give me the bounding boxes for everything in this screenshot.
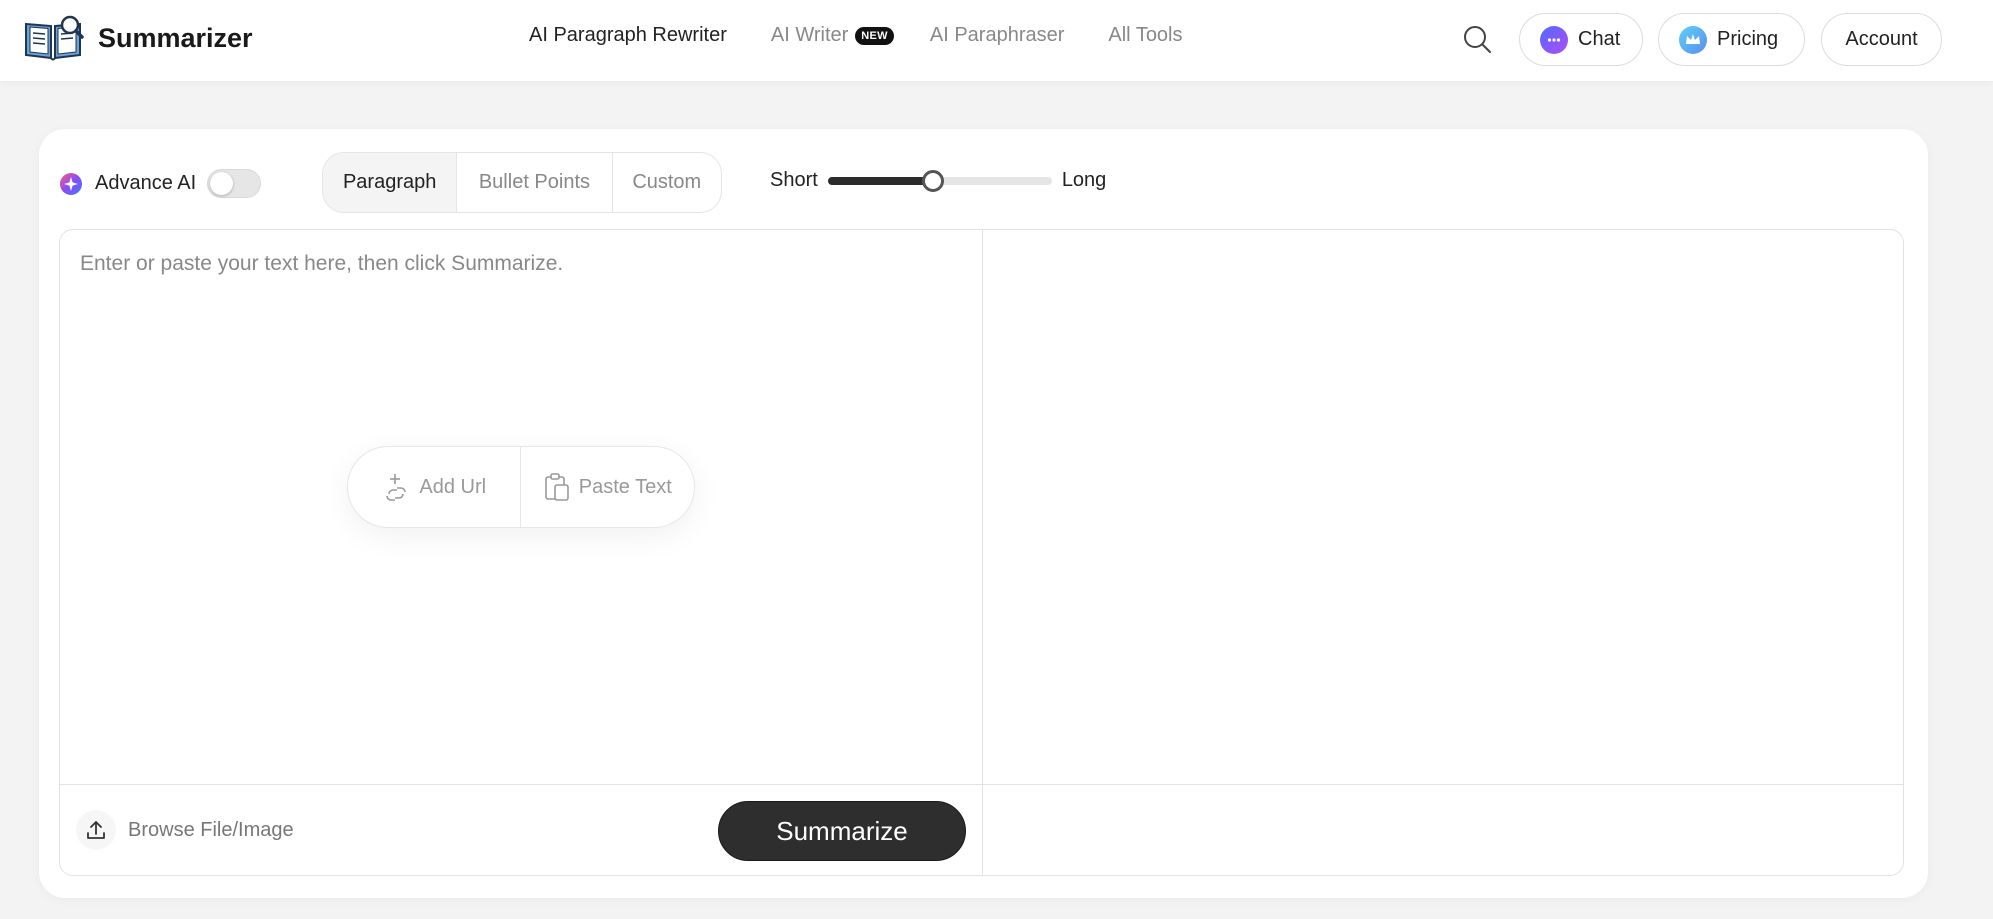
chat-label: Chat xyxy=(1578,28,1621,50)
brand[interactable]: Summarizer xyxy=(22,14,253,62)
account-label: Account xyxy=(1845,28,1918,50)
summary-mode-selector: Paragraph Bullet Points Custom xyxy=(322,152,722,213)
length-slider[interactable] xyxy=(827,169,1052,192)
paste-text-label: Paste Text xyxy=(578,475,672,498)
nav-item-label: All Tools xyxy=(1108,24,1183,46)
slider-thumb[interactable] xyxy=(922,169,945,192)
editor-panels: Add Url Paste Text Browse File/Image xyxy=(59,229,1904,876)
nav-item-all-tools[interactable]: All Tools xyxy=(1108,24,1182,47)
crown-icon xyxy=(1679,25,1707,54)
nav-item-ai-paraphraser[interactable]: AI Paraphraser xyxy=(930,24,1065,47)
chat-button[interactable]: Chat xyxy=(1519,13,1643,66)
add-url-label: Add Url xyxy=(419,475,487,498)
clipboard-icon xyxy=(544,473,569,501)
paste-text-button[interactable]: Paste Text xyxy=(521,447,695,527)
main-nav: AI Paragraph Rewriter AI Writer NEW AI P… xyxy=(529,24,1227,47)
slider-fill xyxy=(827,176,934,185)
mode-tab-paragraph[interactable]: Paragraph xyxy=(323,153,458,212)
pricing-button[interactable]: Pricing xyxy=(1658,13,1805,66)
search-icon[interactable] xyxy=(1462,24,1492,54)
pricing-label: Pricing xyxy=(1717,28,1779,50)
length-control: Short Long xyxy=(770,169,1106,192)
length-short-label: Short xyxy=(770,169,818,191)
mode-tab-custom[interactable]: Custom xyxy=(613,153,721,212)
link-plus-icon xyxy=(386,474,407,501)
top-header: Summarizer AI Paragraph Rewriter AI Writ… xyxy=(0,0,1993,82)
nav-item-ai-paragraph-rewriter[interactable]: AI Paragraph Rewriter xyxy=(529,24,727,47)
sparkle-icon xyxy=(60,172,82,195)
advance-ai-toggle[interactable] xyxy=(207,169,262,198)
mode-tab-bullet-points[interactable]: Bullet Points xyxy=(457,153,613,212)
footer-divider xyxy=(60,784,1903,785)
toggle-knob xyxy=(210,172,234,195)
nav-item-label: AI Writer xyxy=(770,24,849,46)
panel-divider xyxy=(982,230,983,875)
nav-item-label: AI Paraphraser xyxy=(929,24,1065,46)
nav-item-ai-writer[interactable]: AI Writer NEW xyxy=(771,24,894,47)
book-magnifier-icon xyxy=(25,15,84,61)
browse-label: Browse File/Image xyxy=(128,818,294,841)
advance-ai-label: Advance AI xyxy=(95,172,197,194)
quick-actions: Add Url Paste Text xyxy=(347,446,695,528)
summarize-button[interactable]: Summarize xyxy=(718,801,966,861)
browse-file-button[interactable]: Browse File/Image xyxy=(76,810,294,850)
account-button[interactable]: Account xyxy=(1821,13,1942,66)
add-url-button[interactable]: Add Url xyxy=(348,447,521,527)
nav-item-label: AI Paragraph Rewriter xyxy=(529,24,727,46)
summarizer-card: Advance AI Paragraph Bullet Points Custo… xyxy=(39,129,1928,898)
chat-bubble-icon xyxy=(1540,25,1568,54)
new-badge: NEW xyxy=(855,26,894,45)
advance-ai-control: Advance AI xyxy=(59,169,262,198)
length-long-label: Long xyxy=(1061,169,1107,191)
upload-icon xyxy=(76,810,116,850)
brand-name: Summarizer xyxy=(98,22,253,53)
